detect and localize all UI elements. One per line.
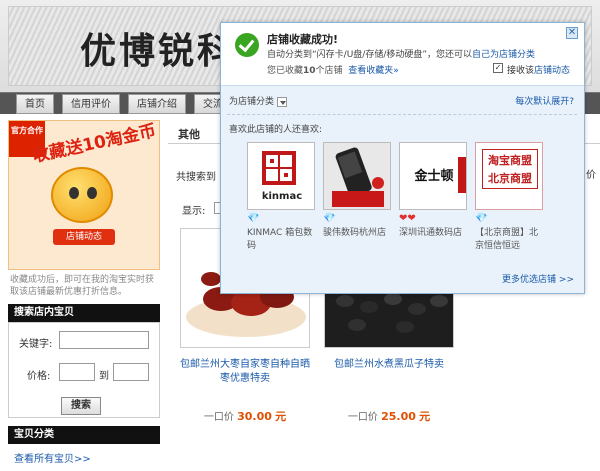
auto-category-text: 自动分类到“闪存卡/U盘/存储/移动硬盘”，您还可以自己为店铺分类 <box>267 47 535 60</box>
mascot-icon <box>51 167 113 223</box>
price-unit: 元 <box>275 410 287 423</box>
price-unit: 元 <box>419 410 431 423</box>
price-max-input[interactable] <box>113 363 149 381</box>
phone-product-icon <box>324 143 390 209</box>
shop-category-select[interactable]: 为店铺分类 <box>229 94 288 107</box>
price-to-label: 到 <box>99 371 109 382</box>
shop-title: 优博锐科 <box>80 30 237 72</box>
custom-category-link[interactable]: 自己为店铺分类 <box>472 50 535 60</box>
popup-title: 店铺收藏成功! <box>267 33 339 46</box>
recommended-shop[interactable]: 金士顿 ❤❤ 深圳讯通数码店 <box>399 142 469 240</box>
mascot-eye <box>69 187 79 199</box>
price-value: 25.00 <box>381 410 416 423</box>
display-label: 显示: <box>182 206 206 217</box>
diamond-badge-icon: 💎 <box>475 213 488 224</box>
search-section-header: 搜索店内宝贝 <box>8 304 160 322</box>
shop-news-button[interactable]: 店铺动态 <box>53 229 115 245</box>
chevron-down-icon[interactable] <box>277 96 288 107</box>
close-icon[interactable]: ✕ <box>566 27 578 39</box>
popup-body: 为店铺分类 每次默认展开? 喜欢此店铺的人还喜欢: kinmac 💎 KINMA… <box>221 85 584 293</box>
junwei-logo[interactable] <box>323 142 391 210</box>
search-button[interactable]: 搜索 <box>61 397 101 415</box>
beijing-union-logo-text: 淘宝商盟 北京商盟 <box>482 149 538 189</box>
shop-name-link[interactable]: 深圳讯通数码店 <box>399 227 469 240</box>
favorites-count-text: 您已收藏10个店铺 查看收藏夹» <box>267 63 399 76</box>
shop-search-box: 关键字: 价格: 到 搜索 <box>8 322 160 418</box>
price-label: 一口价 <box>347 412 378 423</box>
recommended-shop[interactable]: 淘宝商盟 北京商盟 💎 【北京商盟】北京恒信恒远 <box>475 142 545 253</box>
popup-divider <box>227 114 577 115</box>
product-title[interactable]: 包邮兰州水煮黑瓜子特卖 <box>324 358 454 372</box>
view-favorites-link[interactable]: 查看收藏夹» <box>348 66 399 76</box>
left-sidebar: 官方合作 收藏送10淘金币 店铺动态 收藏成功后，即可在我的淘宝实时获取该店铺最… <box>8 120 160 471</box>
product-title[interactable]: 包邮兰州大枣自家枣自种自晒枣优惠特卖 <box>180 358 310 386</box>
product-price: 一口价 30.00 元 <box>180 408 310 424</box>
diamond-badge-icon: 💎 <box>247 213 260 224</box>
all-items-link[interactable]: 查看所有宝贝>> <box>8 444 160 471</box>
tab-credit-rating[interactable]: 信用评价 <box>62 94 120 114</box>
default-expand-link[interactable]: 每次默认展开? <box>515 94 574 107</box>
more-shops-link[interactable]: 更多优选店铺 >> <box>502 272 574 285</box>
price-label: 价格: <box>27 371 51 382</box>
success-check-icon <box>235 33 259 57</box>
keyword-label: 关键字: <box>19 339 53 350</box>
kingston-logo-text: 金士顿 <box>414 169 454 184</box>
promo-banner[interactable]: 官方合作 收藏送10淘金币 店铺动态 <box>8 120 160 270</box>
shop-name-link[interactable]: 【北京商盟】北京恒信恒远 <box>475 227 545 253</box>
receive-news-prefix: 接收该 <box>507 66 535 76</box>
tab-shop-intro[interactable]: 店铺介绍 <box>128 94 186 114</box>
category-section-header: 宝贝分类 <box>8 426 160 444</box>
receive-news-checkbox[interactable]: ✓ <box>493 63 503 73</box>
tab-home[interactable]: 首页 <box>16 94 54 114</box>
shop-category-label: 为店铺分类 <box>229 97 275 107</box>
favorites-count: 10 <box>303 66 316 76</box>
heart-badge-icon: ❤❤ <box>399 213 416 224</box>
promo-title: 收藏送10淘金币 <box>30 121 158 167</box>
receive-news-label: 接收该店铺动态 <box>507 63 570 76</box>
favorite-success-popup: 店铺收藏成功! 自动分类到“闪存卡/U盘/存储/移动硬盘”，您还可以自己为店铺分… <box>220 22 585 294</box>
kingston-logo[interactable]: 金士顿 <box>399 142 467 210</box>
search-result-count: 共搜索到 <box>176 172 216 183</box>
recommended-shop[interactable]: 💎 骏伟数码杭州店 <box>323 142 393 240</box>
product-price: 一口价 25.00 元 <box>324 408 454 424</box>
kingston-accent <box>458 157 466 193</box>
mascot-eye <box>87 187 97 199</box>
beijing-union-logo[interactable]: 淘宝商盟 北京商盟 <box>475 142 543 210</box>
price-column-label: 价 <box>586 170 596 181</box>
price-value: 30.00 <box>237 410 272 423</box>
recommended-shop[interactable]: kinmac 💎 KINMAC 箱包数码 <box>247 142 317 253</box>
shop-name-link[interactable]: 骏伟数码杭州店 <box>323 227 393 240</box>
auto-category-prefix: 自动分类到“闪存卡/U盘/存储/移动硬盘”，您还可以 <box>267 50 473 60</box>
kinmac-logo-text: kinmac <box>261 191 303 202</box>
price-min-input[interactable] <box>59 363 95 381</box>
diamond-badge-icon: 💎 <box>323 213 336 224</box>
popup-header: 店铺收藏成功! 自动分类到“闪存卡/U盘/存储/移动硬盘”，您还可以自己为店铺分… <box>221 23 584 85</box>
kinmac-logo[interactable]: kinmac <box>247 142 315 210</box>
keyword-input[interactable] <box>59 331 149 349</box>
also-like-label: 喜欢此店铺的人还喜欢: <box>229 125 323 135</box>
favorites-prefix: 您已收藏 <box>267 66 304 76</box>
promo-note: 收藏成功后，即可在我的淘宝实时获取该店铺最新优惠打折信息。 <box>8 270 160 302</box>
shop-news-link[interactable]: 店铺动态 <box>534 66 570 76</box>
shop-name-link[interactable]: KINMAC 箱包数码 <box>247 227 317 253</box>
favorites-suffix: 个店铺 <box>315 66 343 76</box>
price-label: 一口价 <box>203 412 234 423</box>
